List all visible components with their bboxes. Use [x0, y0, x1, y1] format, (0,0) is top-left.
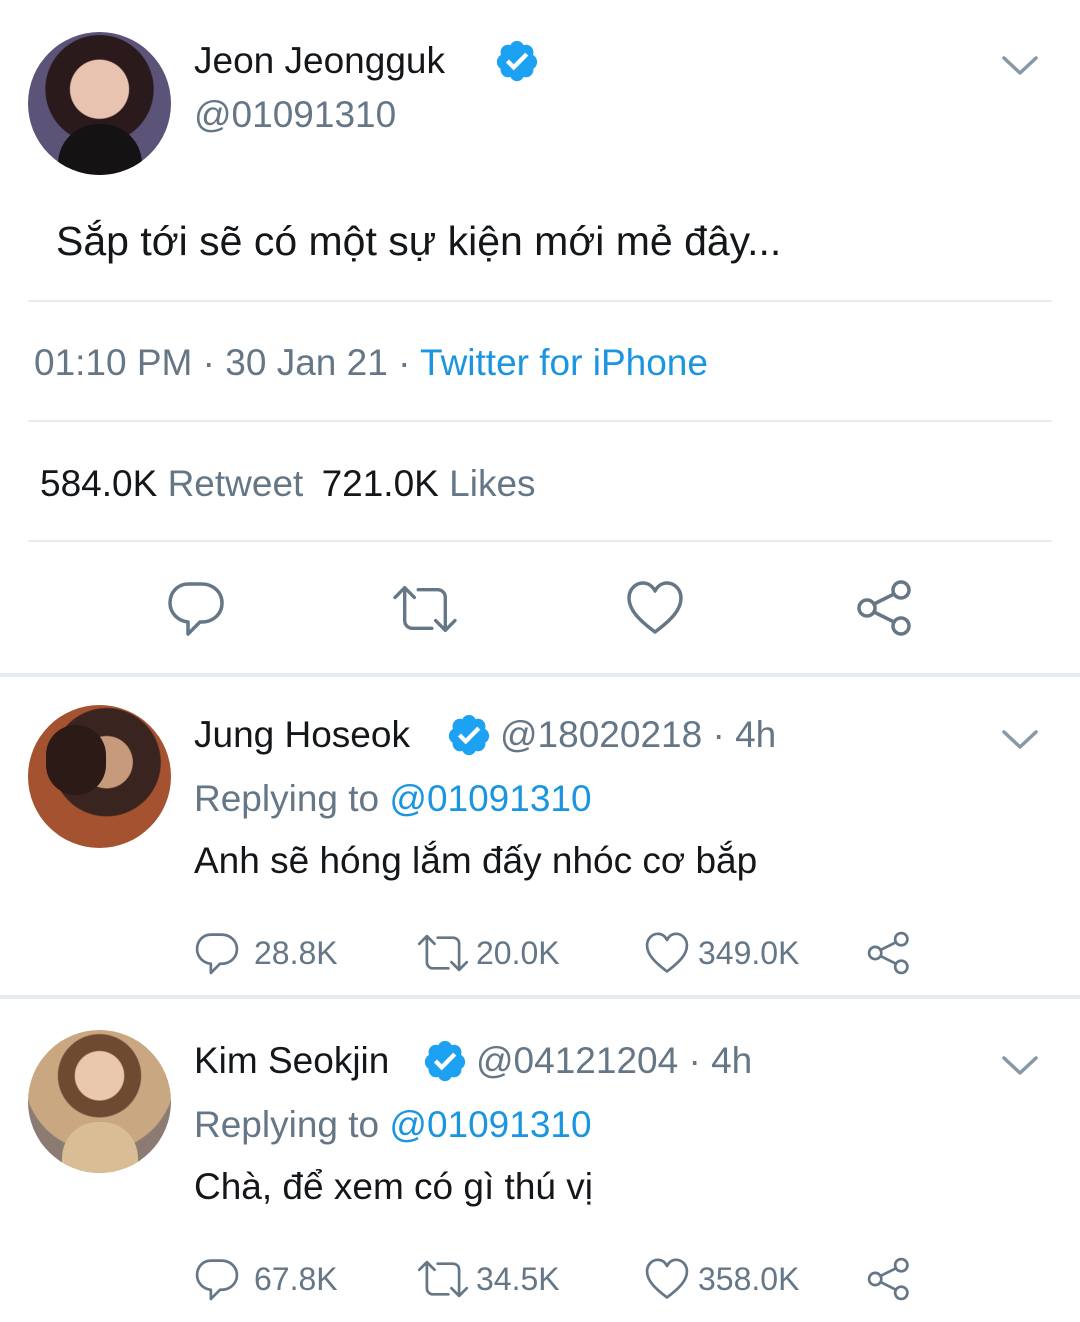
- like-count: 358.0K: [698, 1260, 800, 1297]
- verified-icon: [448, 714, 490, 756]
- tweet-date: 30 Jan 21: [225, 342, 388, 383]
- reply-handle[interactable]: @18020218: [500, 714, 702, 755]
- reply-author-avatar[interactable]: [28, 705, 171, 848]
- main-author-handle[interactable]: @01091310: [194, 94, 396, 136]
- divider: [28, 300, 1052, 302]
- retweet-action[interactable]: 20.0K: [416, 930, 560, 976]
- tweet-stats: 584.0K Retweet 721.0K Likes: [40, 463, 536, 505]
- main-author-avatar[interactable]: [28, 32, 171, 175]
- replying-to: Replying to @01091310: [194, 1104, 592, 1146]
- replying-to-label: Replying to: [194, 778, 380, 819]
- divider: [28, 420, 1052, 422]
- main-tweet-text: Sắp tới sẽ có một sự kiện mới mẻ đây...: [56, 218, 782, 264]
- share-icon[interactable]: [866, 1256, 912, 1302]
- divider: [28, 540, 1052, 542]
- retweet-icon[interactable]: [390, 580, 460, 638]
- retweet-count: 34.5K: [476, 1260, 560, 1297]
- reply-text: Chà, để xem có gì thú vị: [194, 1166, 593, 1207]
- reply-text: Anh sẽ hóng lắm đấy nhóc cơ bắp: [194, 840, 758, 881]
- section-divider: [0, 995, 1080, 999]
- tweet-time: 01:10 PM: [34, 342, 193, 383]
- retweet-count: 20.0K: [476, 934, 560, 971]
- verified-icon: [424, 1040, 466, 1082]
- reply-author-handle: @04121204 · 4h: [476, 1040, 752, 1082]
- replying-to-link[interactable]: @01091310: [389, 1104, 591, 1145]
- section-divider: [0, 673, 1080, 677]
- chevron-down-icon[interactable]: [1000, 54, 1040, 78]
- reply-count: 28.8K: [254, 934, 338, 971]
- retweet-action[interactable]: 34.5K: [416, 1256, 560, 1302]
- like-stat[interactable]: 721.0K Likes: [322, 463, 536, 504]
- replying-to: Replying to @01091310: [194, 778, 592, 820]
- reply-icon: [195, 933, 239, 975]
- like-icon[interactable]: [624, 578, 686, 638]
- reply-handle[interactable]: @04121204: [476, 1040, 678, 1081]
- retweet-stat[interactable]: 584.0K Retweet: [40, 463, 314, 504]
- main-author-name[interactable]: Jeon Jeongguk: [194, 40, 445, 82]
- meta-separator: ·: [398, 342, 411, 383]
- chevron-down-icon[interactable]: [1000, 1054, 1040, 1078]
- reply-icon: [195, 1259, 239, 1301]
- like-icon: [645, 932, 689, 973]
- replying-to-link[interactable]: @01091310: [389, 778, 591, 819]
- tweet-source-link[interactable]: Twitter for iPhone: [420, 342, 708, 383]
- retweet-icon: [417, 934, 469, 972]
- reply-count: 67.8K: [254, 1260, 338, 1297]
- reply-icon[interactable]: [166, 578, 226, 638]
- like-count: 349.0K: [698, 934, 800, 971]
- reply-action[interactable]: 67.8K: [194, 1256, 338, 1302]
- retweet-label: Retweet: [167, 463, 304, 504]
- like-action[interactable]: 358.0K: [644, 1256, 799, 1302]
- tweet-meta: 01:10 PM · 30 Jan 21 · Twitter for iPhon…: [34, 342, 708, 384]
- reply-time: · 4h: [712, 714, 777, 755]
- meta-separator: ·: [202, 342, 215, 383]
- like-label: Likes: [449, 463, 536, 504]
- like-count: 721.0K: [321, 463, 439, 504]
- retweet-count: 584.0K: [40, 463, 158, 504]
- reply-author-handle: @18020218 · 4h: [500, 714, 776, 756]
- verified-icon: [496, 40, 538, 82]
- replying-to-label: Replying to: [194, 1104, 380, 1145]
- retweet-icon: [417, 1260, 469, 1298]
- reply-author-avatar[interactable]: [28, 1030, 171, 1173]
- reply-action[interactable]: 28.8K: [194, 930, 338, 976]
- reply-time: · 4h: [688, 1040, 753, 1081]
- share-icon[interactable]: [866, 930, 912, 976]
- chevron-down-icon[interactable]: [1000, 728, 1040, 752]
- like-action[interactable]: 349.0K: [644, 930, 799, 976]
- reply-author-name[interactable]: Kim Seokjin: [194, 1040, 389, 1082]
- reply-author-name[interactable]: Jung Hoseok: [194, 714, 410, 756]
- share-icon[interactable]: [855, 578, 915, 638]
- like-icon: [645, 1258, 689, 1299]
